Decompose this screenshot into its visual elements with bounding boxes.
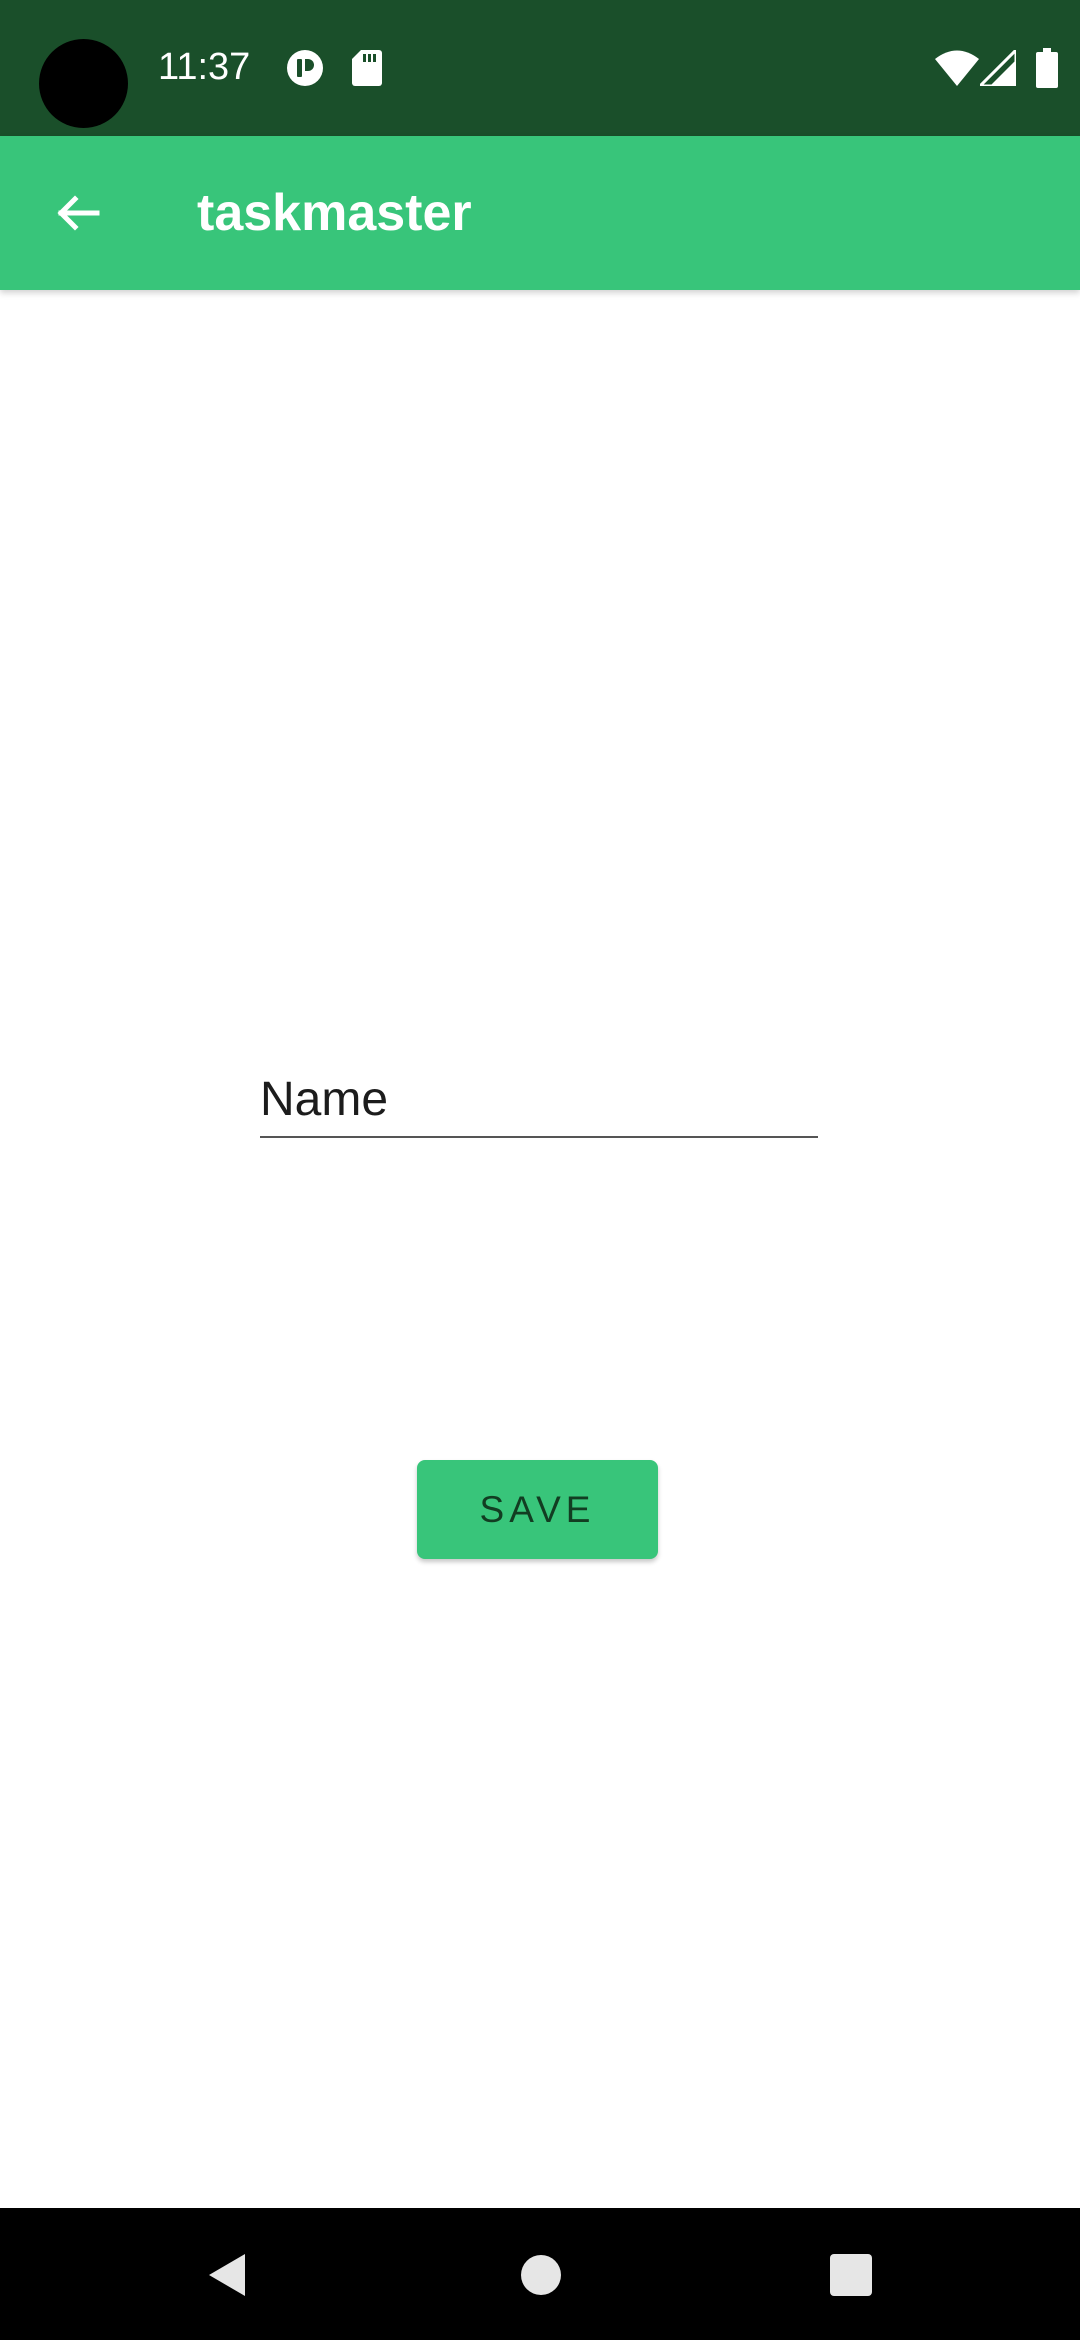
battery-icon bbox=[1036, 48, 1058, 88]
nav-back-icon bbox=[209, 2254, 245, 2296]
nav-recents-button[interactable] bbox=[806, 2230, 896, 2320]
app-bar: taskmaster bbox=[0, 136, 1080, 290]
nav-recents-icon bbox=[830, 2254, 872, 2296]
navigation-bar bbox=[0, 2208, 1080, 2340]
app-status-icon bbox=[287, 50, 323, 86]
sd-card-icon bbox=[352, 50, 382, 86]
status-time: 11:37 bbox=[158, 46, 251, 88]
name-field[interactable] bbox=[260, 1062, 818, 1138]
nav-home-icon bbox=[521, 2255, 561, 2295]
save-button[interactable]: SAVE bbox=[417, 1460, 658, 1559]
camera-cutout bbox=[39, 39, 128, 128]
app-title: taskmaster bbox=[197, 184, 472, 242]
nav-home-button[interactable] bbox=[496, 2230, 586, 2320]
back-button[interactable] bbox=[30, 166, 124, 260]
nav-back-button[interactable] bbox=[182, 2230, 272, 2320]
cell-signal-icon bbox=[980, 50, 1016, 86]
status-bar: 11:37 bbox=[0, 0, 1080, 136]
wifi-icon bbox=[935, 50, 979, 86]
arrow-back-icon bbox=[57, 195, 100, 231]
